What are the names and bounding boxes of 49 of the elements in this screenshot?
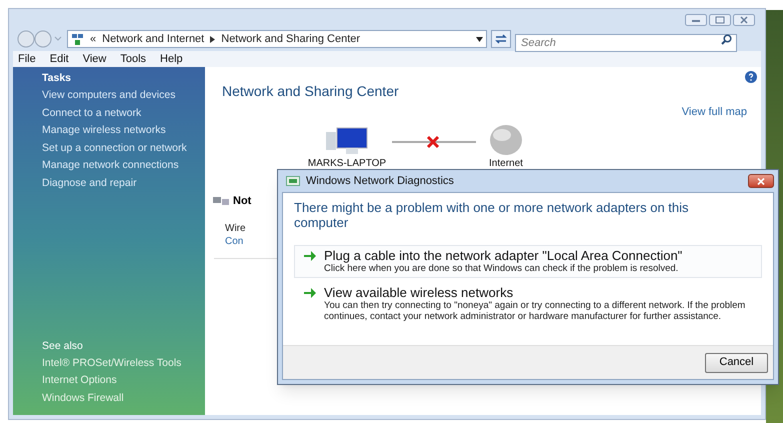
search-field[interactable]: Search (515, 34, 737, 52)
option-title: Plug a cable into the network adapter "Local Area Connection" (324, 248, 682, 263)
chevron-icon[interactable] (210, 36, 216, 42)
menu-item[interactable]: View (82, 50, 106, 68)
computer-label: MARKS-LAPTOP (308, 156, 386, 170)
minimize-icon[interactable] (685, 14, 707, 26)
menu-item[interactable]: File (18, 50, 36, 68)
close-button[interactable] (748, 174, 774, 188)
option-description: You can then try connecting to "noneya" again or try connecting to a different network. If the problem continues, contact your network administrator or hardware manufacturer for further assistance. (324, 300, 746, 322)
address-bar[interactable]: « Network and Internet Network and Sharing Center (67, 30, 487, 48)
computer-icon (326, 126, 368, 156)
help-icon[interactable] (745, 71, 757, 83)
view-full-map-link[interactable]: View full map (682, 104, 747, 120)
option-description: Click here when you are done so that Windows can check if the problem is resolved. (324, 263, 680, 274)
network-icon (286, 176, 300, 186)
network-name: Wire (225, 222, 246, 235)
network-icon (71, 32, 84, 46)
network-icon (213, 194, 229, 207)
menu-item[interactable]: Help (160, 50, 183, 68)
maximize-icon[interactable] (709, 14, 731, 26)
refresh-icon[interactable] (491, 30, 511, 48)
dialog-title: Windows Network Diagnostics (306, 174, 454, 189)
search-icon[interactable] (721, 34, 732, 45)
menu-item[interactable]: Edit (50, 50, 69, 68)
breadcrumb[interactable]: Network and Sharing Center (221, 30, 360, 48)
close-icon[interactable] (733, 14, 755, 26)
option-title: View available wireless networks (324, 284, 514, 300)
globe-icon (489, 124, 523, 156)
cancel-button[interactable]: Cancel (705, 352, 768, 372)
breadcrumb-overflow[interactable]: « (90, 30, 96, 48)
arrow-icon (304, 251, 316, 261)
sidebar-heading: Tasks (42, 71, 72, 86)
breadcrumb[interactable]: Network and Internet (102, 30, 204, 48)
network-link[interactable]: Con (225, 235, 244, 248)
page-title: Network and Sharing Center (222, 82, 400, 101)
arrow-icon (304, 288, 316, 298)
sidebar-link[interactable]: Set up a connection or network (42, 140, 205, 157)
sidebar-link[interactable]: Diagnose and repair (42, 174, 205, 192)
section-heading: Not (233, 194, 252, 208)
diagnostic-option[interactable]: Plug a cable into the network adapter "Local Area Connection" Click here when you are done so that Windows can check if the problem is resolved. (294, 245, 762, 278)
sidebar-link[interactable]: Connect to a network (42, 104, 205, 122)
sidebar-link[interactable]: View computers and devices (42, 87, 205, 104)
dropdown-icon[interactable] (476, 36, 483, 42)
sidebar-heading: See also (42, 338, 84, 354)
sidebar-link[interactable]: Manage network connections (42, 157, 205, 174)
menu-item[interactable]: Tools (120, 50, 146, 68)
sidebar-link[interactable]: Manage wireless networks (42, 122, 205, 140)
internet-label: Internet (489, 156, 523, 170)
dialog-message: There might be a problem with one or more network adapters on this computer (294, 200, 690, 230)
